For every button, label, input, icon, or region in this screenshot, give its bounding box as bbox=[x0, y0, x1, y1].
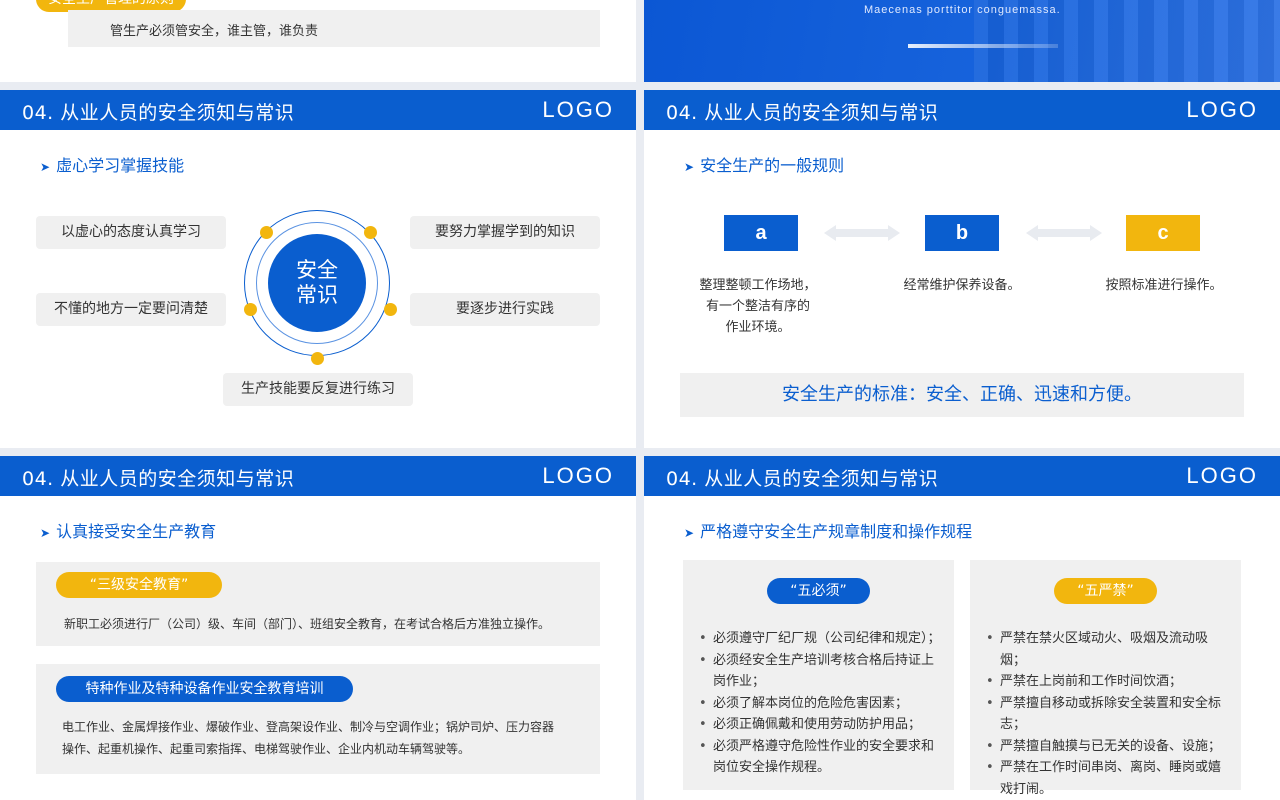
list-item: 严禁在禁火区域动火、吸烟及流动吸烟； bbox=[984, 628, 1232, 671]
slide-skills: 04. 从业人员的安全须知与常识 LOGO ➤ 虚心学习掌握技能 以虚心的态度认真… bbox=[0, 90, 636, 448]
desc-line: 经常维护保养设备。 bbox=[903, 278, 1021, 293]
logo: LOGO bbox=[542, 97, 614, 122]
step-c-box: c bbox=[1126, 215, 1200, 251]
slide-title: 04. 从业人员的安全须知与常识 bbox=[22, 468, 295, 490]
tip-box: 生产技能要反复进行练习 bbox=[223, 373, 413, 406]
subtitle-text: 严格遵守安全生产规章制度和操作规程 bbox=[700, 522, 973, 541]
list-item: 必须严格遵守危险性作业的安全要求和岗位安全操作规程。 bbox=[697, 736, 945, 779]
list-item: 必须正确佩戴和使用劳动防护用品； bbox=[697, 714, 945, 736]
step-b-box: b bbox=[925, 215, 999, 251]
step-a-box: a bbox=[724, 215, 798, 251]
logo: LOGO bbox=[542, 463, 614, 488]
list-item: 严禁擅自触摸与已无关的设备、设施； bbox=[984, 736, 1232, 758]
double-arrow-icon bbox=[1026, 225, 1102, 241]
five-bans-pill: “五严禁” bbox=[1054, 578, 1157, 604]
step-b-desc: 经常维护保养设备。 bbox=[888, 275, 1036, 296]
section-subtitle: ➤ 严格遵守安全生产规章制度和操作规程 bbox=[684, 518, 972, 542]
tip-box: 以虚心的态度认真学习 bbox=[36, 216, 226, 249]
five-musts-pill: “五必须” bbox=[767, 578, 870, 604]
center-line1: 安全 bbox=[296, 258, 338, 282]
section-subtitle: ➤ 虚心学习掌握技能 bbox=[40, 152, 184, 176]
ring-dot bbox=[244, 303, 257, 316]
desc-line: 整理整顿工作场地， bbox=[699, 278, 817, 293]
special-training-box: 特种作业及特种设备作业安全教育培训 电工作业、金属焊接作业、爆破作业、登高架设作… bbox=[36, 664, 600, 774]
slide-title: 04. 从业人员的安全须知与常识 bbox=[22, 102, 295, 124]
section-subtitle: ➤ 认真接受安全生产教育 bbox=[40, 518, 216, 542]
ring-dot bbox=[260, 226, 273, 239]
center-circle: 安全 常识 bbox=[268, 234, 366, 332]
slide-top-left: 安全生产管理的原则 管生产必须管安全，谁主管，谁负责 bbox=[0, 0, 636, 82]
subtitle-text: 认真接受安全生产教育 bbox=[56, 522, 217, 541]
principle-text: 管生产必须管安全，谁主管，谁负责 bbox=[110, 24, 319, 39]
list-item: 必须了解本岗位的危险危害因素； bbox=[697, 693, 945, 715]
tip-box: 要努力掌握学到的知识 bbox=[410, 216, 600, 249]
slide-rules: 04. 从业人员的安全须知与常识 LOGO ➤ 安全生产的一般规则 a b c 整… bbox=[644, 90, 1280, 448]
slide-title: 04. 从业人员的安全须知与常识 bbox=[666, 468, 939, 490]
five-musts-panel: “五必须” 必须遵守厂纪厂规（公司纪律和规定）； 必须经安全生产培训考核合格后持… bbox=[683, 560, 954, 790]
arrow-icon: ➤ bbox=[684, 160, 695, 174]
education-box: “三级安全教育” 新职工必须进行厂（公司）级、车间（部门）、班组安全教育，在考试… bbox=[36, 562, 600, 646]
five-bans-list: 严禁在禁火区域动火、吸烟及流动吸烟； 严禁在上岗前和工作时间饮酒； 严禁擅自移动… bbox=[984, 628, 1232, 800]
five-musts-list: 必须遵守厂纪厂规（公司纪律和规定）； 必须经安全生产培训考核合格后持证上岗作业；… bbox=[697, 628, 945, 779]
cover-caption: Maecenas porttitor conguemassa. bbox=[864, 4, 1061, 16]
ring-dot bbox=[384, 303, 397, 316]
principle-box: 管生产必须管安全，谁主管，谁负责 bbox=[68, 10, 600, 47]
arrow-icon: ➤ bbox=[684, 526, 695, 540]
five-bans-panel: “五严禁” 严禁在禁火区域动火、吸烟及流动吸烟； 严禁在上岗前和工作时间饮酒； … bbox=[970, 560, 1241, 797]
special-training-pill: 特种作业及特种设备作业安全教育培训 bbox=[56, 676, 353, 702]
desc-line: 有一个整洁有序的 bbox=[705, 299, 810, 314]
slide-header: 04. 从业人员的安全须知与常识 LOGO bbox=[644, 90, 1280, 130]
step-c-desc: 按照标准进行操作。 bbox=[1090, 275, 1238, 296]
list-item: 严禁擅自移动或拆除安全装置和安全标志； bbox=[984, 693, 1232, 736]
arrow-icon: ➤ bbox=[40, 526, 51, 540]
list-item: 必须遵守厂纪厂规（公司纪律和规定）； bbox=[697, 628, 945, 650]
desc-line: 按照标准进行操作。 bbox=[1105, 278, 1223, 293]
slide-education: 04. 从业人员的安全须知与常识 LOGO ➤ 认真接受安全生产教育 “三级安全教… bbox=[0, 456, 636, 800]
slide-header: 04. 从业人员的安全须知与常识 LOGO bbox=[0, 456, 636, 496]
three-level-text: 新职工必须进行厂（公司）级、车间（部门）、班组安全教育，在考试合格后方准独立操作… bbox=[64, 617, 551, 631]
desc-line: 作业环境。 bbox=[725, 320, 791, 335]
slide-top-right: Maecenas porttitor conguemassa. bbox=[644, 0, 1280, 82]
subtitle-text: 安全生产的一般规则 bbox=[700, 156, 845, 175]
special-training-line: 电工作业、金属焊接作业、爆破作业、登高架设作业、制冷与空调作业；锅炉司炉、压力容… bbox=[62, 720, 555, 734]
slide-header: 04. 从业人员的安全须知与常识 LOGO bbox=[0, 90, 636, 130]
section-subtitle: ➤ 安全生产的一般规则 bbox=[684, 152, 844, 176]
list-item: 严禁在工作时间串岗、离岗、睡岗或嬉戏打闹。 bbox=[984, 757, 1232, 800]
arrow-icon: ➤ bbox=[40, 160, 51, 174]
standard-banner: 安全生产的标准：安全、正确、迅速和方便。 bbox=[680, 373, 1244, 417]
special-training-line: 操作、起重机操作、起重司索指挥、电梯驾驶作业、企业内机动车辆驾驶等。 bbox=[62, 742, 471, 756]
caption-underline bbox=[908, 44, 1058, 48]
tip-box: 要逐步进行实践 bbox=[410, 293, 600, 326]
list-item: 必须经安全生产培训考核合格后持证上岗作业； bbox=[697, 650, 945, 693]
slide-regulations: 04. 从业人员的安全须知与常识 LOGO ➤ 严格遵守安全生产规章制度和操作规程… bbox=[644, 456, 1280, 800]
ring-dot bbox=[311, 352, 324, 365]
list-item: 严禁在上岗前和工作时间饮酒； bbox=[984, 671, 1232, 693]
subtitle-text: 虚心学习掌握技能 bbox=[56, 156, 185, 175]
tip-box: 不懂的地方一定要问清楚 bbox=[36, 293, 226, 326]
double-arrow-icon bbox=[824, 225, 900, 241]
logo: LOGO bbox=[1186, 97, 1258, 122]
slide-header: 04. 从业人员的安全须知与常识 LOGO bbox=[644, 456, 1280, 496]
ring-dot bbox=[364, 226, 377, 239]
step-a-desc: 整理整顿工作场地， 有一个整洁有序的 作业环境。 bbox=[684, 275, 832, 338]
three-level-pill: “三级安全教育” bbox=[56, 572, 222, 598]
center-line2: 常识 bbox=[296, 283, 338, 307]
logo: LOGO bbox=[1186, 463, 1258, 488]
slide-title: 04. 从业人员的安全须知与常识 bbox=[666, 102, 939, 124]
